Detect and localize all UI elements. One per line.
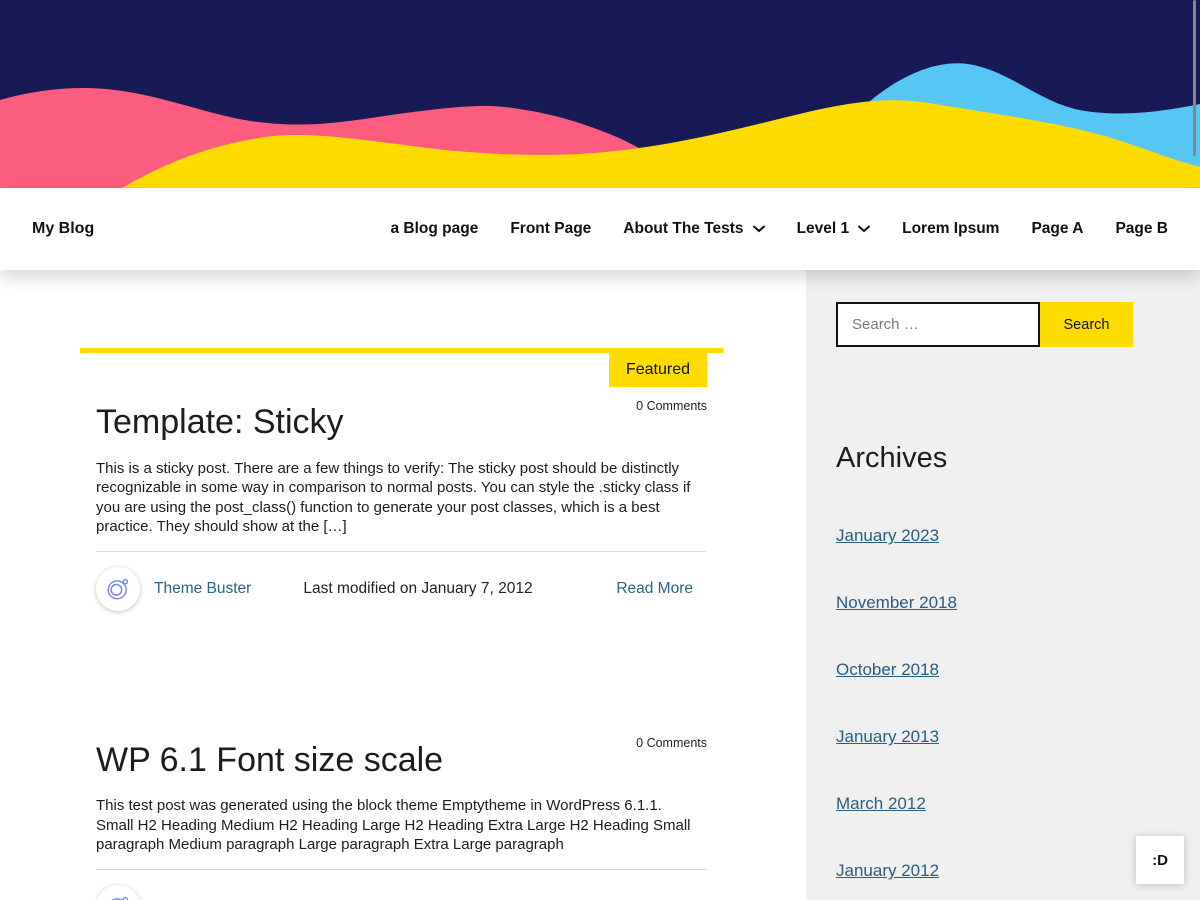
archive-item: January 2013 <box>836 728 1200 745</box>
archive-link-november-2018[interactable]: November 2018 <box>836 593 957 612</box>
author-link[interactable]: Theme Buster <box>154 580 251 598</box>
archives-heading: Archives <box>836 443 1200 473</box>
search-input[interactable] <box>836 302 1040 347</box>
emote-floating-button[interactable]: :D <box>1136 836 1184 884</box>
last-modified-text: Last modified on January 7, 2012 <box>303 580 532 598</box>
archive-link-march-2012[interactable]: March 2012 <box>836 794 926 813</box>
navbar: My Blog a Blog page Front Page About The… <box>0 188 1200 270</box>
archive-item: March 2012 <box>836 795 1200 812</box>
post-divider <box>96 551 707 552</box>
post-list: Featured 0 Comments Template: Sticky Thi… <box>80 348 723 900</box>
post-excerpt: This is a sticky post. There are a few t… <box>96 459 694 537</box>
chevron-down-icon <box>858 220 870 238</box>
archive-item: November 2018 <box>836 594 1200 611</box>
archive-link-january-2012[interactable]: January 2012 <box>836 861 939 880</box>
page: My Blog a Blog page Front Page About The… <box>0 0 1200 900</box>
archive-item: October 2018 <box>836 661 1200 678</box>
read-more-link[interactable]: Read More <box>616 580 693 598</box>
post-list-column: Featured 0 Comments Template: Sticky Thi… <box>0 270 806 900</box>
archives-list: January 2023 November 2018 October 2018 … <box>836 527 1200 879</box>
search-button[interactable]: Search <box>1040 302 1133 347</box>
archive-link-january-2013[interactable]: January 2013 <box>836 727 939 746</box>
nav-item-lorem-ipsum[interactable]: Lorem Ipsum <box>902 220 999 238</box>
site-title-link[interactable]: My Blog <box>32 220 94 238</box>
search-form: Search <box>836 302 1200 347</box>
nav-item-page-a[interactable]: Page A <box>1031 220 1083 238</box>
post-meta-row <box>96 885 707 900</box>
scrollbar-thumb[interactable] <box>1193 0 1196 156</box>
main-area: Featured 0 Comments Template: Sticky Thi… <box>0 270 1200 900</box>
nav-item-front-page[interactable]: Front Page <box>510 220 591 238</box>
post-font-size-scale: 0 Comments WP 6.1 Font size scale This t… <box>80 729 723 900</box>
hero-banner <box>0 0 1200 188</box>
archive-link-october-2018[interactable]: October 2018 <box>836 660 939 679</box>
post-sticky: Featured 0 Comments Template: Sticky Thi… <box>80 348 723 611</box>
author-avatar-icon <box>96 567 140 611</box>
author-avatar-icon <box>96 885 140 900</box>
post-meta-row: Theme Buster Last modified on January 7,… <box>96 567 707 611</box>
hero-waves-graphic <box>0 0 1200 188</box>
nav-item-level-1[interactable]: Level 1 <box>797 220 871 238</box>
post-title-link[interactable]: WP 6.1 Font size scale <box>96 729 707 779</box>
featured-badge: Featured <box>609 353 707 387</box>
nav-item-about-the-tests[interactable]: About The Tests <box>623 220 764 238</box>
archive-link-january-2023[interactable]: January 2023 <box>836 526 939 545</box>
post-excerpt: This test post was generated using the b… <box>96 796 694 855</box>
nav-item-page-b[interactable]: Page B <box>1115 220 1168 238</box>
archive-item: January 2023 <box>836 527 1200 544</box>
post-divider <box>96 869 707 870</box>
nav-item-a-blog-page[interactable]: a Blog page <box>390 220 478 238</box>
comments-count-link[interactable]: 0 Comments <box>636 399 707 413</box>
comments-count-link[interactable]: 0 Comments <box>636 736 707 750</box>
nav-menu: a Blog page Front Page About The Tests L… <box>390 220 1168 238</box>
chevron-down-icon <box>753 220 765 238</box>
sidebar: Search Archives January 2023 November 20… <box>806 270 1200 900</box>
